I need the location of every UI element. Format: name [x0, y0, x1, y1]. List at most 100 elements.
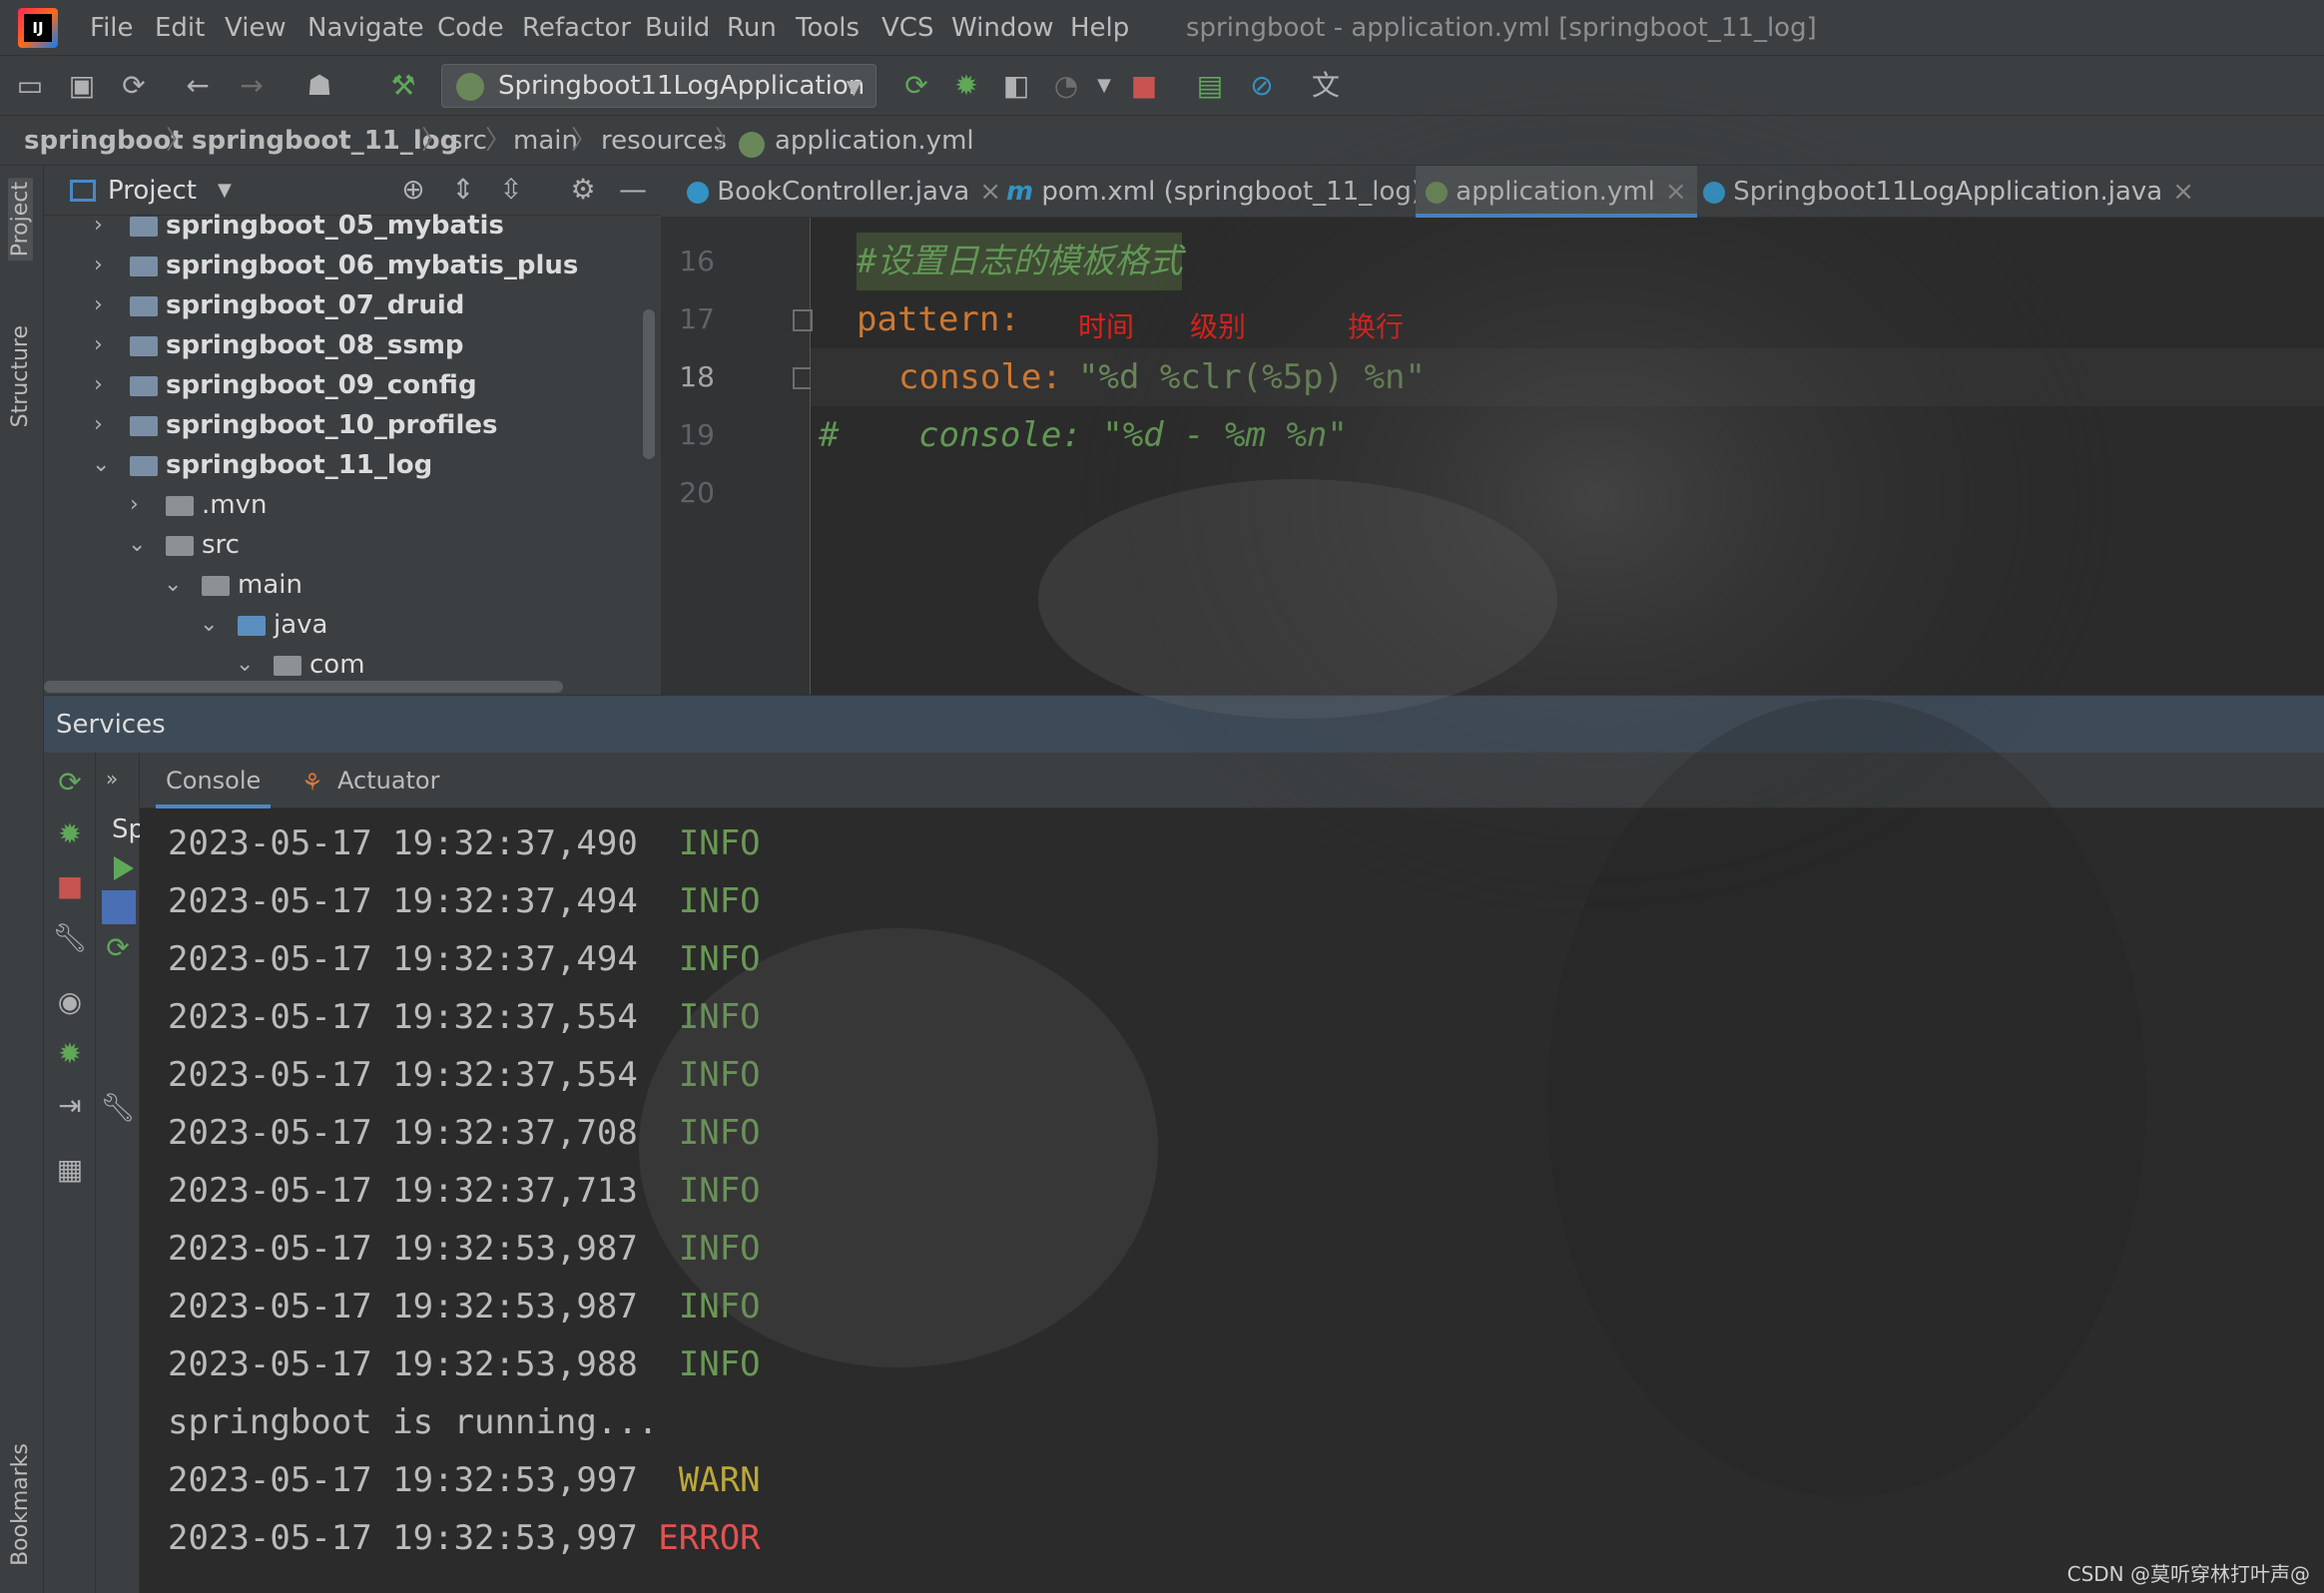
refresh-icon[interactable]: ⟳	[50, 763, 90, 802]
tree-row[interactable]: ⌄ springboot_11_log	[44, 445, 643, 485]
open-folder-icon[interactable]: ▭	[10, 66, 50, 106]
translate-icon[interactable]: 文	[1306, 66, 1346, 106]
profiler-icon[interactable]: ◔	[1046, 66, 1086, 106]
chevron-right-icon[interactable]: ›	[94, 246, 103, 285]
tree-horizontal-scrollbar[interactable]	[44, 681, 563, 693]
breadcrumb-item[interactable]: springboot	[24, 122, 184, 160]
forward-arrow-icon[interactable]: →	[232, 66, 272, 106]
selected-service-node[interactable]	[102, 890, 136, 924]
menu-code[interactable]: Code	[437, 10, 504, 46]
breadcrumb-separator: 〉	[571, 126, 598, 156]
tab-console[interactable]: Console	[156, 753, 272, 808]
tree-row[interactable]: › springboot_07_druid	[44, 285, 643, 325]
menu-tools[interactable]: Tools	[796, 10, 860, 46]
tab-bookcontroller[interactable]: BookController.java ×	[677, 166, 1011, 218]
back-arrow-icon[interactable]: ←	[178, 66, 218, 106]
java-class-icon	[1703, 181, 1725, 204]
tree-row[interactable]: › springboot_09_config	[44, 365, 643, 405]
stop-icon[interactable]: ■	[1124, 66, 1164, 106]
profiler-dropdown-icon[interactable]: ▼	[1084, 66, 1124, 106]
tab-pom-xml[interactable]: m pom.xml (springboot_11_log)×	[996, 166, 1463, 218]
breadcrumb-item[interactable]: main	[513, 122, 578, 160]
debug-bug-icon[interactable]: ✹	[50, 814, 90, 854]
rerun-icon[interactable]: ⟳	[896, 66, 936, 106]
tree-row[interactable]: › springboot_05_mybatis	[44, 206, 643, 246]
bookmarks-tool-tab[interactable]: Bookmarks	[8, 1443, 33, 1566]
chevron-right-icon[interactable]: ›	[94, 325, 103, 365]
chevron-down-icon[interactable]: ▼	[218, 174, 232, 208]
chevron-right-icon[interactable]: ›	[94, 206, 103, 246]
menu-file[interactable]: File	[90, 10, 134, 46]
tab-springboot11logapplication[interactable]: Springboot11LogApplication.java ×	[1693, 166, 2204, 218]
chevron-down-icon[interactable]: ⌄	[164, 565, 182, 605]
debug-rerun-icon[interactable]: ✹	[50, 1034, 90, 1074]
menu-window[interactable]: Window	[951, 10, 1054, 46]
save-icon[interactable]: ▣	[62, 66, 102, 106]
menu-navigate[interactable]: Navigate	[307, 10, 424, 46]
breadcrumb-item[interactable]: application.yml	[775, 122, 974, 160]
tab-application-yml[interactable]: application.yml ×	[1416, 166, 1697, 218]
menu-build[interactable]: Build	[645, 10, 710, 46]
tree-row[interactable]: ⌄ java	[44, 605, 643, 645]
close-icon[interactable]: ×	[2172, 177, 2194, 207]
chevron-right-icon[interactable]: ›	[94, 365, 103, 405]
stop-icon[interactable]: ■	[50, 866, 90, 906]
breadcrumb-item[interactable]: resources	[601, 122, 727, 160]
tree-row[interactable]: › springboot_10_profiles	[44, 405, 643, 445]
line-number: 17	[679, 302, 715, 335]
debug-bug-icon[interactable]: ✹	[946, 66, 986, 106]
chevron-right-icon[interactable]: ›	[130, 485, 139, 525]
breadcrumb-item[interactable]: springboot_11_log	[192, 122, 458, 160]
fold-marker-icon[interactable]	[793, 309, 813, 331]
chevron-down-icon[interactable]: ⌄	[128, 525, 146, 565]
structure-tool-tab[interactable]: Structure	[8, 325, 33, 427]
run-icon[interactable]	[114, 856, 134, 880]
locate-file-icon[interactable]: ⊕	[393, 170, 433, 210]
tree-row[interactable]: ⌄ src	[44, 525, 643, 565]
menu-refactor[interactable]: Refactor	[522, 10, 631, 46]
camera-icon[interactable]: ◉	[50, 982, 90, 1022]
power-save-icon[interactable]: ⊘	[1242, 66, 1282, 106]
build-hammer-icon[interactable]: ⚒	[383, 66, 423, 106]
tree-row[interactable]: › .mvn	[44, 485, 643, 525]
chevron-right-icon[interactable]: ›	[94, 405, 103, 445]
fold-marker-icon[interactable]	[793, 367, 813, 389]
gear-icon[interactable]: ⚙	[563, 170, 603, 210]
tree-row[interactable]: › springboot_06_mybatis_plus	[44, 246, 643, 285]
collapse-all-icon[interactable]: ⇳	[491, 170, 531, 210]
coverage-icon[interactable]: ◧	[996, 66, 1036, 106]
chevron-right-icon[interactable]: ›	[94, 285, 103, 325]
breadcrumb-item[interactable]: src	[449, 122, 487, 160]
layout-icon[interactable]: ▦	[50, 1150, 90, 1190]
wrench-icon[interactable]: 🔧︎	[98, 1088, 138, 1128]
tree-row[interactable]: ⌄ com	[44, 645, 643, 685]
rerun-icon[interactable]: ⟳	[98, 928, 138, 968]
left-tool-stripe: Project Structure Bookmarks	[0, 166, 44, 1593]
tab-label: application.yml	[1455, 177, 1655, 207]
menu-vcs[interactable]: VCS	[881, 10, 933, 46]
run-configuration-select[interactable]: Springboot11LogApplication ▼	[441, 64, 876, 108]
close-icon[interactable]: ×	[1665, 177, 1687, 207]
expand-icon[interactable]: »	[106, 767, 118, 791]
chevron-down-icon[interactable]: ⌄	[236, 645, 254, 685]
monitor-icon[interactable]: ▤	[1190, 66, 1230, 106]
expand-all-icon[interactable]: ⇕	[443, 170, 483, 210]
project-panel-title[interactable]: Project	[108, 172, 197, 210]
menu-view[interactable]: View	[225, 10, 287, 46]
tab-actuator[interactable]: Actuator	[329, 753, 447, 808]
menu-help[interactable]: Help	[1070, 10, 1129, 46]
menu-run[interactable]: Run	[727, 10, 777, 46]
project-tool-tab[interactable]: Project	[8, 178, 33, 262]
sync-icon[interactable]: ⟳	[114, 66, 154, 106]
log-level: INFO	[658, 1287, 761, 1327]
hide-panel-icon[interactable]: —	[613, 170, 653, 210]
wrench-icon[interactable]: 🔧︎	[50, 918, 90, 958]
chevron-down-icon[interactable]: ⌄	[200, 605, 218, 645]
exit-icon[interactable]: ⇥	[50, 1086, 90, 1126]
menu-edit[interactable]: Edit	[155, 10, 205, 46]
tree-row[interactable]: › springboot_08_ssmp	[44, 325, 643, 365]
tree-vertical-scrollbar[interactable]	[643, 309, 655, 459]
chevron-down-icon[interactable]: ⌄	[92, 445, 110, 485]
user-icon[interactable]: ☗	[299, 66, 339, 106]
tree-row[interactable]: ⌄ main	[44, 565, 643, 605]
